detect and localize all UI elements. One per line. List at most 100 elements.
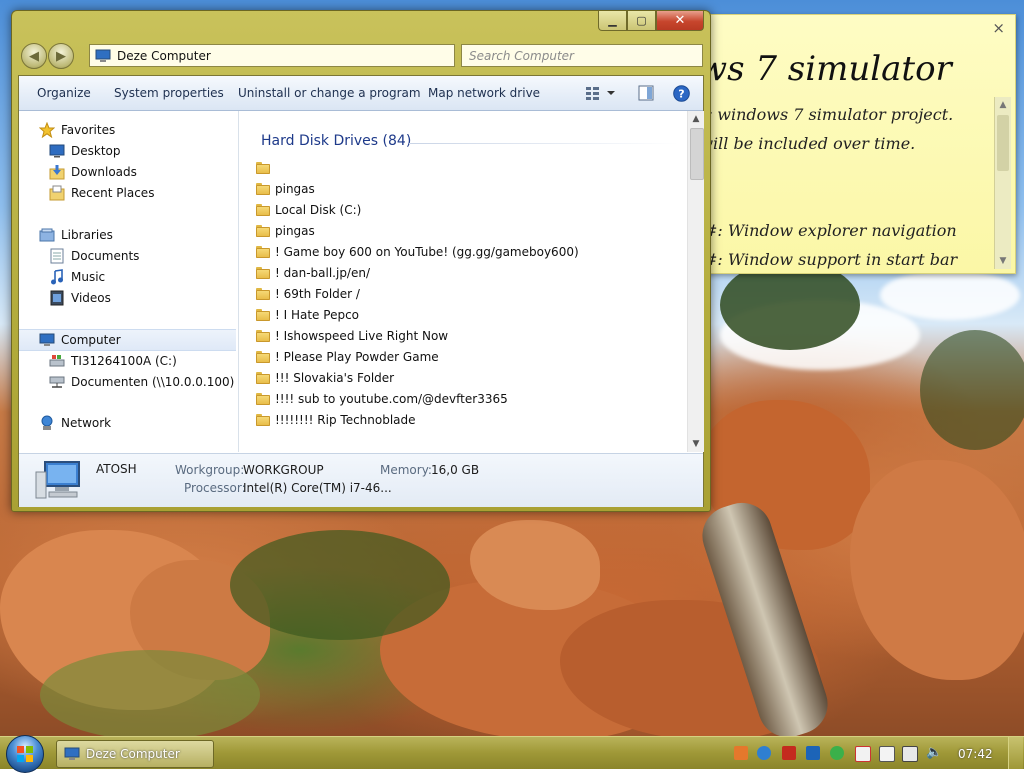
minimize-button[interactable]: ▁ bbox=[598, 11, 627, 31]
nav-drive-c-label: TI31264100A (C:) bbox=[71, 354, 177, 368]
computer-icon bbox=[35, 461, 80, 499]
file-row[interactable]: ! Please Play Powder Game bbox=[256, 346, 439, 367]
memory-value: 16,0 GB bbox=[431, 463, 480, 477]
file-row[interactable]: ! dan-ball.jp/en/ bbox=[256, 262, 370, 283]
file-row-label: ! Ishowspeed Live Right Now bbox=[275, 328, 449, 343]
documents-icon bbox=[49, 248, 65, 264]
close-button[interactable]: ✕ bbox=[656, 11, 704, 31]
nav-drive-c[interactable]: TI31264100A (C:) bbox=[19, 351, 238, 371]
file-row-label: Local Disk (C:) bbox=[275, 202, 362, 217]
file-row[interactable] bbox=[256, 157, 275, 178]
explorer-window[interactable]: ▁ ▢ ✕ ◀ ▶ Deze Computer Search Computer … bbox=[11, 10, 711, 512]
tray-globe-icon[interactable] bbox=[757, 746, 771, 760]
nav-music[interactable]: Music bbox=[19, 267, 238, 287]
computer-icon bbox=[64, 747, 80, 760]
view-options-icon[interactable] bbox=[585, 85, 615, 101]
caption-buttons: ▁ ▢ ✕ bbox=[598, 11, 704, 31]
tray-device-icon[interactable] bbox=[879, 746, 895, 762]
back-button[interactable]: ◀ bbox=[21, 43, 47, 69]
nav-recent-places[interactable]: Recent Places bbox=[19, 183, 238, 203]
nav-desktop[interactable]: Desktop bbox=[19, 141, 238, 161]
nav-documents[interactable]: Documents bbox=[19, 246, 238, 266]
folder-icon bbox=[256, 203, 270, 216]
nav-drive-x[interactable]: Documenten (\\10.0.0.100) (X:) bbox=[19, 372, 260, 392]
nav-documents-label: Documents bbox=[71, 249, 140, 263]
wallpaper-rock bbox=[850, 460, 1024, 680]
taskbar-window-button[interactable]: Deze Computer bbox=[56, 740, 214, 768]
help-icon[interactable]: ? bbox=[673, 85, 690, 102]
folder-icon bbox=[256, 371, 270, 384]
file-row-label: ! Please Play Powder Game bbox=[275, 349, 439, 364]
tray-flag-icon[interactable] bbox=[855, 746, 871, 762]
sticky-line: #: Window explorer navigation bbox=[704, 221, 957, 240]
system-properties-button[interactable]: System properties bbox=[114, 86, 224, 100]
address-bar[interactable]: Deze Computer bbox=[89, 44, 455, 67]
nav-favorites[interactable]: Favorites bbox=[19, 120, 238, 140]
nav-libraries[interactable]: Libraries bbox=[19, 225, 238, 245]
tray-network-icon[interactable] bbox=[902, 746, 918, 762]
address-text: Deze Computer bbox=[117, 48, 211, 63]
sticky-scroll-down[interactable]: ▼ bbox=[995, 253, 1011, 269]
file-row[interactable]: pingas bbox=[256, 220, 315, 241]
forward-button[interactable]: ▶ bbox=[48, 43, 74, 69]
nav-desktop-label: Desktop bbox=[71, 144, 121, 158]
folder-icon bbox=[256, 350, 270, 363]
nav-drive-x-label: Documenten (\\10.0.0.100) (X:) bbox=[71, 375, 260, 389]
nav-network[interactable]: Network bbox=[19, 413, 238, 433]
uninstall-program-button[interactable]: Uninstall or change a program bbox=[238, 86, 421, 100]
scroll-up-button[interactable]: ▲ bbox=[688, 111, 704, 127]
file-row[interactable]: ! 69th Folder / bbox=[256, 283, 360, 304]
organize-button[interactable]: Organize bbox=[37, 86, 91, 100]
network-drive-icon bbox=[49, 374, 65, 390]
file-row[interactable]: Local Disk (C:) bbox=[256, 199, 361, 220]
maximize-button[interactable]: ▢ bbox=[627, 11, 656, 31]
nav-libraries-label: Libraries bbox=[61, 228, 113, 242]
sticky-close-button[interactable]: × bbox=[992, 19, 1005, 37]
scroll-down-button[interactable]: ▼ bbox=[688, 436, 704, 452]
file-row-label: ! Game boy 600 on YouTube! (gg.gg/gamebo… bbox=[275, 244, 579, 259]
file-row[interactable]: ! I Hate Pepco bbox=[256, 304, 359, 325]
tray-volume-icon[interactable]: 🔈 bbox=[926, 746, 942, 760]
map-network-drive-button[interactable]: Map network drive bbox=[428, 86, 540, 100]
tray-app-icon[interactable] bbox=[734, 746, 748, 760]
file-row[interactable]: ! Ishowspeed Live Right Now bbox=[256, 325, 448, 346]
content-scrollbar[interactable]: ▲ ▼ bbox=[687, 111, 704, 452]
tray-outlook-icon[interactable] bbox=[806, 746, 820, 760]
file-row[interactable]: !!!! sub to youtube.com/@devfter3365 bbox=[256, 388, 508, 409]
file-row-label: !!!! sub to youtube.com/@devfter3365 bbox=[275, 391, 508, 406]
file-row[interactable]: !!!!!!!! Rip Technoblade bbox=[256, 409, 416, 430]
sticky-scroll-up[interactable]: ▲ bbox=[995, 97, 1011, 113]
nav-music-label: Music bbox=[71, 270, 106, 284]
file-row[interactable]: !!! Slovakia's Folder bbox=[256, 367, 394, 388]
folder-icon bbox=[256, 287, 270, 300]
sticky-note[interactable]: × ws 7 simulator s windows 7 simulator p… bbox=[700, 14, 1016, 274]
file-row[interactable]: ! Game boy 600 on YouTube! (gg.gg/gamebo… bbox=[256, 241, 579, 262]
show-desktop-button[interactable] bbox=[1008, 737, 1023, 769]
file-row[interactable]: pingas bbox=[256, 178, 315, 199]
computer-icon bbox=[39, 332, 55, 348]
search-input[interactable]: Search Computer bbox=[461, 44, 703, 67]
explorer-frame: Organize System properties Uninstall or … bbox=[18, 75, 704, 507]
tray-shield-icon[interactable] bbox=[830, 746, 844, 760]
workgroup-label: Workgroup: bbox=[175, 463, 245, 477]
content-pane: Hard Disk Drives (84) pingas Local Disk (… bbox=[239, 111, 687, 452]
sticky-scroll-thumb[interactable] bbox=[997, 115, 1009, 171]
file-row-label: ! I Hate Pepco bbox=[275, 307, 360, 322]
scroll-thumb[interactable] bbox=[690, 128, 704, 180]
wallpaper-tree bbox=[920, 330, 1024, 450]
taskbar-window-label: Deze Computer bbox=[86, 747, 180, 761]
wallpaper-shrub bbox=[230, 530, 450, 640]
folder-icon bbox=[256, 308, 270, 321]
nav-videos[interactable]: Videos bbox=[19, 288, 238, 308]
group-header[interactable]: Hard Disk Drives (84) bbox=[261, 133, 411, 149]
folder-icon bbox=[256, 329, 270, 342]
nav-computer[interactable]: Computer bbox=[19, 329, 236, 351]
start-button[interactable] bbox=[6, 735, 44, 773]
taskbar-clock[interactable]: 07:42 bbox=[958, 747, 993, 761]
computer-name: ATOSH bbox=[96, 462, 137, 476]
nav-downloads[interactable]: Downloads bbox=[19, 162, 238, 182]
sticky-scrollbar[interactable]: ▲ ▼ bbox=[994, 97, 1011, 269]
preview-pane-icon[interactable] bbox=[638, 85, 654, 101]
file-row-label: ! dan-ball.jp/en/ bbox=[275, 265, 371, 280]
tray-pdf-icon[interactable] bbox=[782, 746, 796, 760]
